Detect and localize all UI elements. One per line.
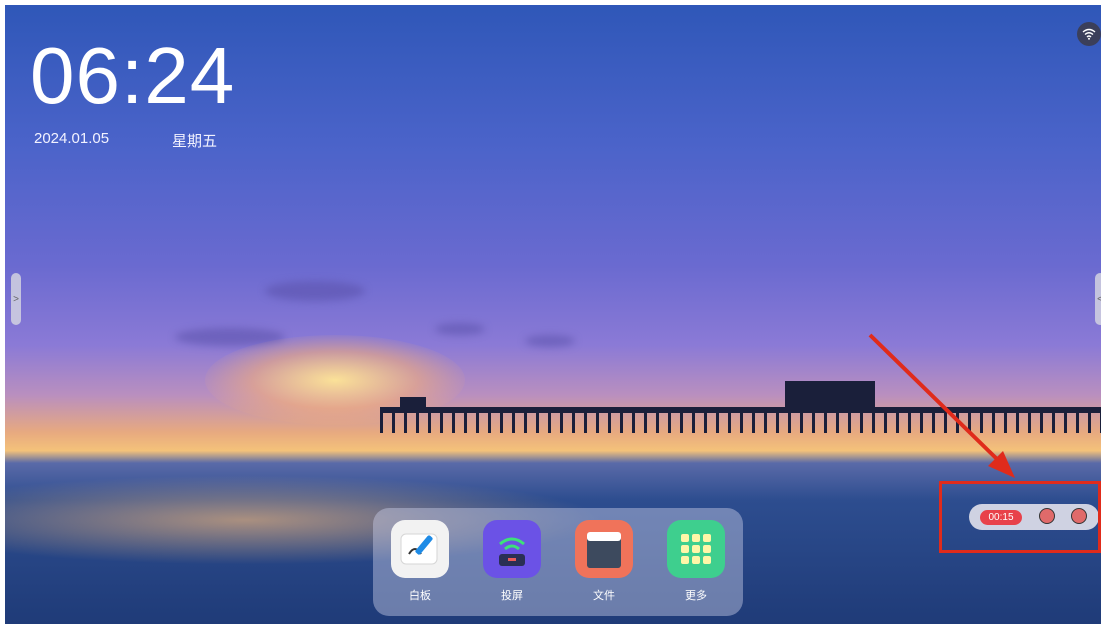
annotation-arrow: [868, 333, 1015, 478]
